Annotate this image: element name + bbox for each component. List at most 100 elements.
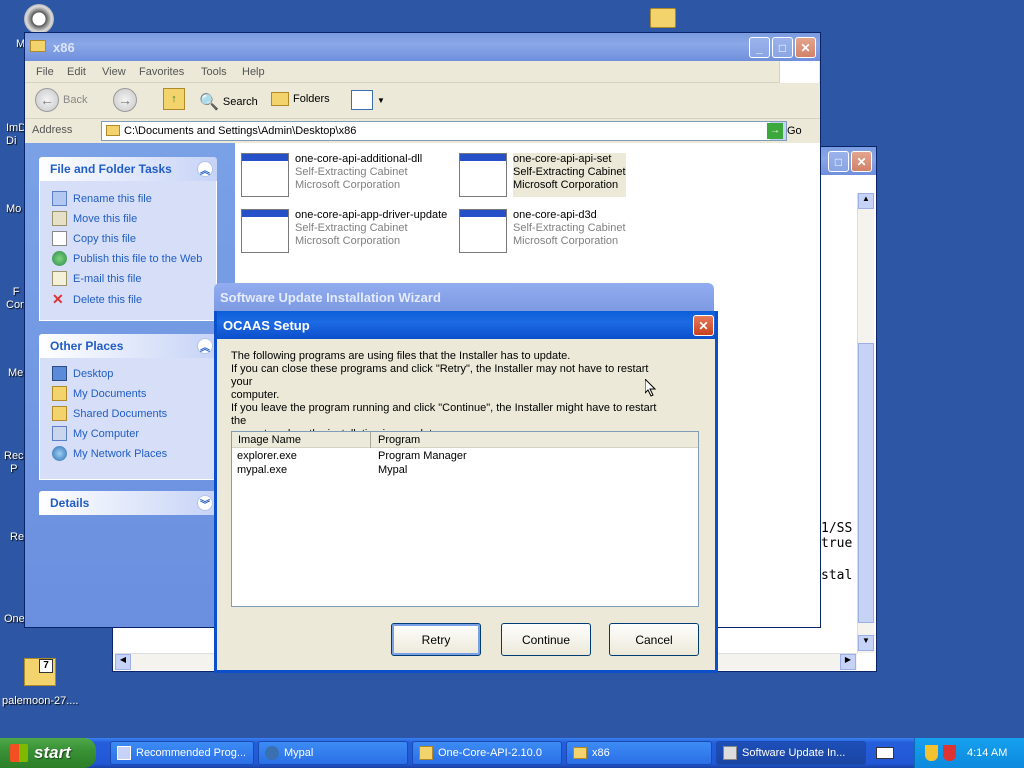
security-shield-icon[interactable]	[925, 745, 938, 761]
desktop-icon-label[interactable]: One	[4, 613, 25, 625]
close-button[interactable]: ✕	[693, 315, 714, 336]
file-company: Microsoft Corporation	[513, 235, 619, 247]
column-image-name[interactable]: Image Name	[238, 434, 301, 446]
menu-edit[interactable]: Edit	[67, 66, 86, 78]
file-item[interactable]: one-core-api-api-set Self-Extracting Cab…	[459, 153, 626, 197]
file-item[interactable]: one-core-api-additional-dll Self-Extract…	[241, 153, 422, 197]
chevron-down-icon: ▼	[377, 95, 385, 105]
address-bar: Address C:\Documents and Settings\Admin\…	[25, 119, 820, 143]
collapse-icon[interactable]: ︽	[197, 338, 213, 354]
task-publish[interactable]: Publish this file to the Web	[52, 251, 202, 266]
scroll-right-button[interactable]: ▶	[840, 654, 856, 670]
shared-documents-icon	[52, 406, 67, 421]
window-title: x86	[53, 40, 75, 55]
place-my-network[interactable]: My Network Places	[52, 446, 167, 461]
up-folder-button[interactable]: ↑	[163, 88, 185, 110]
desktop-icon-label[interactable]: Rec P	[4, 450, 24, 476]
go-button[interactable]: → Go	[767, 123, 802, 139]
file-type: Self-Extracting Cabinet	[513, 166, 626, 178]
task-delete[interactable]: ✕ Delete this file	[52, 291, 142, 308]
task-rename[interactable]: Rename this file	[52, 191, 152, 206]
vertical-scrollbar[interactable]: ▲ ▼	[857, 193, 874, 653]
start-button[interactable]: start	[0, 738, 96, 768]
scroll-down-button[interactable]: ▼	[858, 635, 874, 651]
menu-view[interactable]: View	[102, 66, 126, 78]
place-shared-documents[interactable]: Shared Documents	[52, 406, 167, 421]
list-item[interactable]: mypal.exe Mypal	[232, 464, 698, 478]
desktop-icon-label[interactable]: Me	[8, 367, 23, 379]
details-header[interactable]: Details ︾	[39, 491, 217, 515]
menu-file[interactable]: File	[36, 66, 54, 78]
keyboard-icon[interactable]	[876, 747, 894, 759]
maximize-button[interactable]: □	[772, 37, 793, 58]
file-company: Microsoft Corporation	[295, 235, 401, 247]
place-my-computer[interactable]: My Computer	[52, 426, 139, 441]
zip-folder-icon[interactable]: 7	[24, 658, 56, 686]
wizard-titlebar[interactable]: Software Update Installation Wizard	[214, 283, 714, 311]
taskbar-item-software-update[interactable]: Software Update In...	[716, 741, 866, 765]
task-copy[interactable]: Copy this file	[52, 231, 136, 246]
taskbar-item-onecore[interactable]: One-Core-API-2.10.0	[412, 741, 562, 765]
place-desktop[interactable]: Desktop	[52, 366, 113, 381]
dialog-titlebar[interactable]: OCAAS Setup ✕	[217, 311, 715, 339]
search-button[interactable]: 🔍 Search	[199, 92, 258, 112]
taskbar-item-recommended[interactable]: Recommended Prog...	[110, 741, 254, 765]
raccoon-icon[interactable]	[24, 4, 54, 34]
dialog-title: OCAAS Setup	[223, 318, 310, 333]
task-email[interactable]: E-mail this file	[52, 271, 141, 286]
file-item[interactable]: one-core-api-app-driver-update Self-Extr…	[241, 209, 447, 253]
maximize-button[interactable]: □	[828, 151, 849, 172]
windows-logo-icon	[779, 61, 819, 83]
back-button[interactable]: ← Back	[35, 88, 87, 112]
menu-tools[interactable]: Tools	[201, 66, 227, 78]
forward-button[interactable]: →	[113, 88, 137, 112]
my-computer-icon	[52, 426, 67, 441]
task-move[interactable]: Move this file	[52, 211, 137, 226]
place-my-documents[interactable]: My Documents	[52, 386, 146, 401]
taskbar-item-x86[interactable]: x86	[566, 741, 712, 765]
menu-favorites[interactable]: Favorites	[139, 66, 184, 78]
explorer-titlebar[interactable]: x86 _ □ ✕	[25, 33, 820, 61]
clock[interactable]: 4:14 AM	[967, 747, 1007, 759]
file-item[interactable]: one-core-api-d3d Self-Extracting Cabinet…	[459, 209, 626, 253]
scroll-left-button[interactable]: ◀	[115, 654, 131, 670]
mouse-cursor-icon	[645, 379, 657, 397]
taskbar-item-mypal[interactable]: Mypal	[258, 741, 408, 765]
list-item[interactable]: explorer.exe Program Manager	[232, 450, 698, 464]
mypal-icon	[265, 746, 279, 760]
menu-help[interactable]: Help	[242, 66, 265, 78]
row-image: mypal.exe	[237, 464, 288, 476]
search-icon: 🔍	[199, 94, 219, 111]
cancel-button[interactable]: Cancel	[609, 623, 699, 656]
file-folder-tasks-header[interactable]: File and Folder Tasks ︽	[39, 157, 217, 181]
menu-bar: File Edit View Favorites Tools Help	[25, 61, 820, 83]
ocaas-setup-dialog[interactable]: OCAAS Setup ✕ The following programs are…	[214, 311, 718, 673]
alert-shield-icon[interactable]	[943, 745, 956, 761]
programs-list[interactable]: Image Name Program explorer.exe Program …	[231, 431, 699, 607]
up-folder-icon: ↑	[163, 88, 185, 110]
my-documents-icon	[52, 386, 67, 401]
column-program[interactable]: Program	[378, 434, 420, 446]
file-name: one-core-api-d3d	[513, 209, 597, 221]
views-button[interactable]: ▼	[351, 90, 385, 110]
desktop-icon-label[interactable]: Re	[10, 531, 24, 543]
minimize-button[interactable]: _	[749, 37, 770, 58]
desktop-icon-label[interactable]: palemoon-27....	[2, 695, 78, 707]
folders-button[interactable]: Folders	[271, 92, 330, 106]
collapse-icon[interactable]: ︽	[197, 161, 213, 177]
scroll-up-button[interactable]: ▲	[858, 193, 874, 209]
system-tray: 4:14 AM	[914, 738, 1024, 768]
folder-icon[interactable]	[650, 8, 676, 28]
windows-flag-icon	[10, 744, 28, 762]
expand-icon[interactable]: ︾	[197, 495, 213, 511]
retry-button[interactable]: Retry	[391, 623, 481, 656]
close-button[interactable]: ✕	[795, 37, 816, 58]
scroll-thumb[interactable]	[858, 343, 874, 623]
email-icon	[52, 271, 67, 286]
other-places-header[interactable]: Other Places ︽	[39, 334, 217, 358]
desktop-icon-label[interactable]: Mo	[6, 203, 21, 215]
file-type: Self-Extracting Cabinet	[295, 222, 408, 234]
close-button[interactable]: ✕	[851, 151, 872, 172]
continue-button[interactable]: Continue	[501, 623, 591, 656]
address-input[interactable]: C:\Documents and Settings\Admin\Desktop\…	[101, 121, 787, 141]
